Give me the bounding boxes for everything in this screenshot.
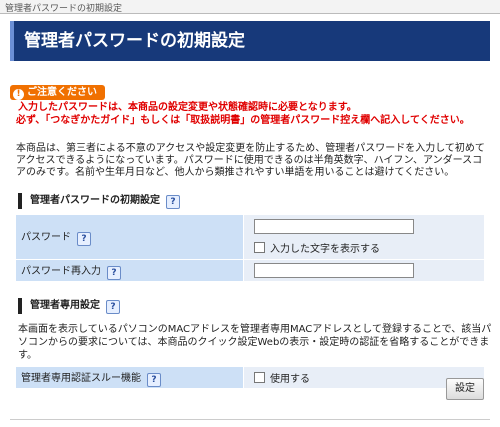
help-icon[interactable]: ? <box>107 265 121 280</box>
password-form-table: パスワード? 入力した文字を表示する パスワード再入力? <box>15 214 485 282</box>
password-value-cell: 入力した文字を表示する <box>243 214 485 260</box>
caution-badge: ! ご注意ください <box>10 85 105 100</box>
admin-form-table: 管理者専用認証スルー機能? 使用する <box>15 366 485 389</box>
page-title: 管理者パスワードの初期設定 <box>10 21 490 61</box>
section-heading-password: 管理者パスワードの初期設定? <box>18 193 500 209</box>
section-heading-admin: 管理者専用設定? <box>18 298 500 314</box>
password-row: パスワード? 入力した文字を表示する <box>15 214 485 260</box>
show-text-label: 入力した文字を表示する <box>270 244 380 255</box>
password-confirm-input[interactable] <box>254 263 414 278</box>
use-checkbox[interactable] <box>254 372 265 383</box>
submit-button[interactable]: 設定 <box>446 378 484 400</box>
admin-description: 本画面を表示しているパソコンのMACアドレスを管理者専用MACアドレスとして登録… <box>18 324 492 361</box>
use-checkbox-label: 使用する <box>270 374 310 385</box>
caution-text: 入力したパスワードは、本商品の設定変更や状態確認時に必要となります。 必ず、「つ… <box>16 101 500 127</box>
password-confirm-label-cell: パスワード再入力? <box>15 259 244 282</box>
show-text-option: 入力した文字を表示する <box>254 240 484 255</box>
help-icon[interactable]: ? <box>166 195 180 209</box>
auth-skip-label-cell: 管理者専用認証スルー機能? <box>15 366 244 389</box>
password-confirm-value-cell <box>243 259 485 282</box>
password-label-cell: パスワード? <box>15 214 244 260</box>
password-confirm-label: パスワード再入力 <box>21 265 101 277</box>
caution-badge-label: ご注意ください <box>27 87 97 98</box>
password-label: パスワード <box>21 232 71 243</box>
help-icon[interactable]: ? <box>147 372 161 387</box>
caution-line-2: 必ず、「つなぎかたガイド」もしくは「取扱説明書」の管理者パスワード控え欄へ記入し… <box>16 115 470 126</box>
help-icon[interactable]: ? <box>106 300 120 314</box>
show-text-checkbox[interactable] <box>254 242 265 253</box>
description: 本商品は、第三者による不意のアクセスや設定変更を防止するため、管理者パスワードを… <box>16 143 485 178</box>
divider <box>10 419 490 420</box>
breadcrumb: 管理者パスワードの初期設定 <box>0 0 500 14</box>
caution-icon: ! <box>13 89 24 100</box>
caution-line-1: 入力したパスワードは、本商品の設定変更や状態確認時に必要となります。 <box>18 102 357 113</box>
password-confirm-row: パスワード再入力? <box>15 259 485 282</box>
section-heading-password-label: 管理者パスワードの初期設定 <box>30 195 160 206</box>
section-heading-admin-label: 管理者専用設定 <box>30 300 100 311</box>
auth-skip-label: 管理者専用認証スルー機能 <box>21 372 141 384</box>
password-input[interactable] <box>254 219 414 234</box>
help-icon[interactable]: ? <box>77 232 91 246</box>
auth-skip-row: 管理者専用認証スルー機能? 使用する <box>15 366 485 389</box>
